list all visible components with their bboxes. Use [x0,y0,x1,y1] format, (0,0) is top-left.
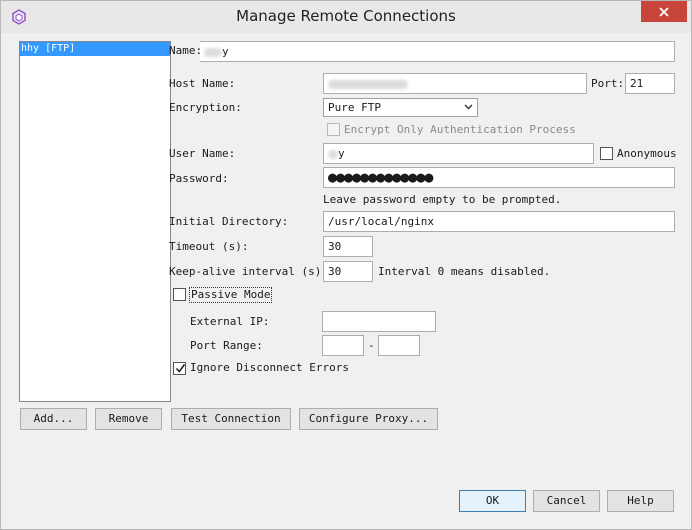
port-range-from-field[interactable] [322,335,364,356]
port-range-dash: - [368,339,375,352]
list-item[interactable]: hhy [FTP] [20,42,170,56]
timeout-field[interactable]: 30 [323,236,373,257]
port-range-label: Port Range: [190,339,263,352]
title-bar[interactable]: Manage Remote Connections [1,1,691,33]
port-label: Port: [591,77,625,90]
keepalive-field[interactable]: 30 [323,261,373,282]
external-ip-field[interactable] [322,311,436,332]
passive-mode-checkbox[interactable] [173,288,186,301]
encryption-label: Encryption: [169,101,242,114]
ignore-errors-label: Ignore Disconnect Errors [190,361,349,374]
remove-button[interactable]: Remove [95,408,162,430]
close-icon [659,6,669,17]
manage-remote-connections-window: Manage Remote Connections hhy [FTP] Name… [0,0,692,530]
name-field[interactable]: y [200,41,675,62]
keepalive-label: Keep-alive interval (s): [169,265,328,278]
user-name-label: User Name: [169,147,236,160]
external-ip-label: External IP: [190,315,270,328]
initial-directory-label: Initial Directory: [169,215,289,228]
close-button[interactable] [641,1,687,22]
keepalive-hint: Interval 0 means disabled. [378,265,551,278]
cancel-button[interactable]: Cancel [533,490,600,512]
redacted-text [328,79,408,89]
encrypt-only-checkbox[interactable] [327,123,340,136]
help-button[interactable]: Help [607,490,674,512]
passive-mode-label: Passive Mode [189,287,273,303]
configure-proxy-button[interactable]: Configure Proxy... [299,408,438,430]
timeout-label: Timeout (s): [169,240,249,253]
chevron-down-icon [464,104,473,110]
initial-directory-field[interactable]: /usr/local/nginx [323,211,675,232]
password-label: Password: [169,172,229,185]
name-label: Name: [169,44,203,57]
check-icon [175,364,186,373]
anonymous-checkbox[interactable] [600,147,613,160]
test-connection-button[interactable]: Test Connection [171,408,291,430]
encrypt-only-label: Encrypt Only Authentication Process [344,123,576,136]
port-field[interactable]: 21 [625,73,675,94]
encryption-select[interactable]: Pure FTP [323,98,478,117]
redacted-text [204,47,222,57]
dialog-content: hhy [FTP] Name: y Host Name: Port: 21 En… [9,33,685,523]
password-field[interactable]: ●●●●●●●●●●●●● [323,167,675,188]
port-range-to-field[interactable] [378,335,420,356]
password-hint: Leave password empty to be prompted. [323,193,562,206]
window-title: Manage Remote Connections [236,7,456,25]
add-button[interactable]: Add... [20,408,87,430]
user-name-field[interactable]: y [323,143,594,164]
host-name-field[interactable] [323,73,587,94]
ok-button[interactable]: OK [459,490,526,512]
anonymous-label: Anonymous [617,147,677,160]
host-name-label: Host Name: [169,77,236,90]
connections-list[interactable]: hhy [FTP] [19,41,171,402]
ignore-errors-checkbox[interactable] [173,362,186,375]
redacted-text [328,149,338,159]
